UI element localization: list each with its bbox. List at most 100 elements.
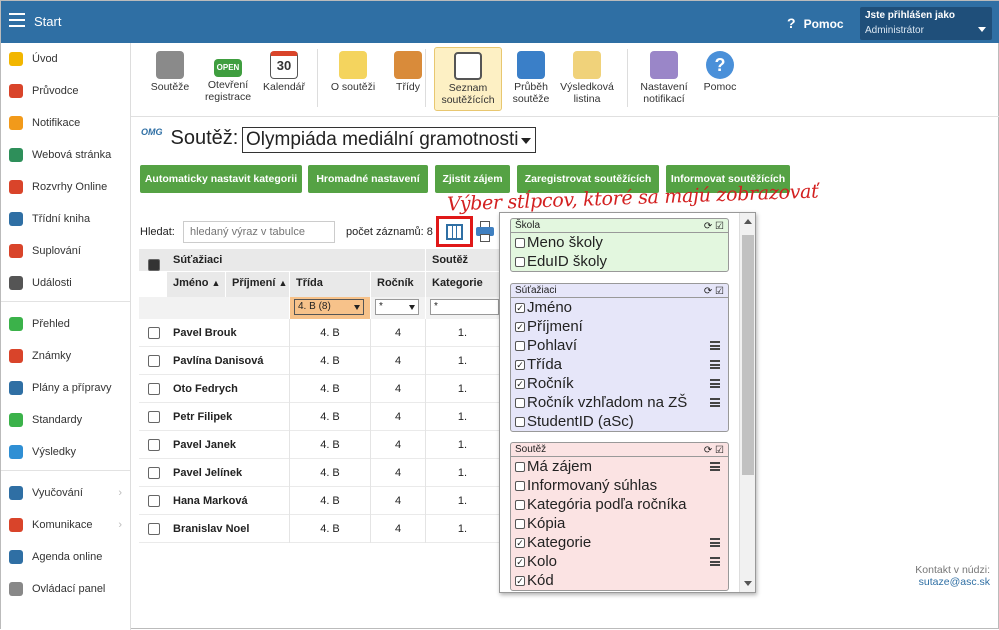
- sidebar-item-1[interactable]: Průvodce: [1, 78, 130, 104]
- help-link[interactable]: ? Pomoc: [787, 15, 844, 31]
- row-checkbox[interactable]: [148, 467, 160, 479]
- row-checkbox[interactable]: [148, 439, 160, 451]
- sidebar-item-12[interactable]: Výsledky: [1, 439, 130, 465]
- group-toggle-icons[interactable]: ⟳ ☑: [704, 220, 724, 234]
- row-checkbox[interactable]: [148, 327, 160, 339]
- toolbar-gear-button[interactable]: Nastavení notifikací: [633, 47, 695, 111]
- toolbar-lightbulb-button[interactable]: O soutěži: [324, 47, 382, 111]
- scroll-thumb[interactable]: [742, 235, 754, 475]
- table-row[interactable]: Pavlína Danisová 4. B 4 1.: [139, 347, 499, 375]
- sidebar-item-11[interactable]: Standardy: [1, 407, 130, 433]
- column-option[interactable]: Kategória podľa ročníka: [511, 495, 728, 514]
- sidebar-item-3[interactable]: Webová stránka: [1, 142, 130, 168]
- toolbar-calendar-button[interactable]: 30 Kalendář: [259, 47, 309, 111]
- sidebar-item-5[interactable]: Třídní kniha: [1, 206, 130, 232]
- column-checkbox[interactable]: [515, 462, 525, 472]
- table-row[interactable]: Pavel Brouk 4. B 4 1.: [139, 319, 499, 347]
- column-option[interactable]: Informovaný súhlas: [511, 476, 728, 495]
- toolbar-stopwatch-button[interactable]: Průběh soutěže: [506, 47, 556, 111]
- toolbar-open-sign-button[interactable]: OPEN Otevření registrace: [200, 47, 256, 111]
- column-checkbox[interactable]: [515, 500, 525, 510]
- row-checkbox[interactable]: [148, 355, 160, 367]
- sort-lines-icon[interactable]: [710, 341, 720, 350]
- sidebar-item-9[interactable]: Známky: [1, 343, 130, 369]
- column-option[interactable]: ✓ Příjmení: [511, 317, 728, 336]
- filter-trida-select[interactable]: 4. B (8): [294, 299, 364, 315]
- menu-icon[interactable]: [9, 13, 25, 27]
- table-row[interactable]: Hana Marková 4. B 4 1.: [139, 487, 499, 515]
- sort-lines-icon[interactable]: [710, 360, 720, 369]
- filter-rocnik-select[interactable]: *: [375, 299, 419, 315]
- sidebar-item-14[interactable]: Komunikace ›: [1, 512, 130, 538]
- column-option[interactable]: EduID školy: [511, 252, 728, 271]
- col-header-prijmeni[interactable]: Příjmení ▲: [226, 272, 289, 297]
- sidebar-item-2[interactable]: Notifikace: [1, 110, 130, 136]
- toolbar-badge-button[interactable]: Seznam soutěžících: [434, 47, 502, 111]
- user-menu[interactable]: Jste přihlášen jako Administrátor: [860, 7, 992, 40]
- column-option[interactable]: ✓ Kategorie: [511, 533, 728, 552]
- app-title[interactable]: Start: [34, 14, 61, 29]
- column-checkbox[interactable]: [515, 341, 525, 351]
- column-checkbox[interactable]: ✓: [515, 379, 525, 389]
- toolbar-student-button[interactable]: Třídy: [387, 47, 429, 111]
- sidebar-item-0[interactable]: Úvod: [1, 46, 130, 72]
- column-option[interactable]: ✓ Třída: [511, 355, 728, 374]
- sidebar-item-4[interactable]: Rozvrhy Online: [1, 174, 130, 200]
- toolbar-help-button[interactable]: ? Pomoc: [699, 47, 741, 111]
- search-input[interactable]: [183, 221, 335, 243]
- sidebar-item-6[interactable]: Suplování: [1, 238, 130, 264]
- panel-scrollbar[interactable]: [739, 213, 755, 592]
- sort-lines-icon[interactable]: [710, 557, 720, 566]
- col-header-jmeno[interactable]: Jméno ▲: [167, 272, 225, 297]
- scroll-up-icon[interactable]: [744, 219, 752, 224]
- column-checkbox[interactable]: [515, 238, 525, 248]
- sidebar-item-16[interactable]: Ovládací panel: [1, 576, 130, 602]
- column-option[interactable]: Má zájem: [511, 457, 728, 476]
- table-row[interactable]: Pavel Jelínek 4. B 4 1.: [139, 459, 499, 487]
- filter-kategorie-input[interactable]: *: [430, 299, 499, 315]
- print-button[interactable]: [476, 221, 494, 243]
- column-checkbox[interactable]: ✓: [515, 322, 525, 332]
- column-option[interactable]: Pohlaví: [511, 336, 728, 355]
- column-checkbox[interactable]: ✓: [515, 303, 525, 313]
- sidebar-item-7[interactable]: Události: [1, 270, 130, 296]
- column-option[interactable]: ✓ Kolo: [511, 552, 728, 571]
- col-header-trida[interactable]: Třída: [290, 272, 370, 297]
- scroll-down-icon[interactable]: [744, 581, 752, 586]
- column-checkbox[interactable]: ✓: [515, 360, 525, 370]
- column-option[interactable]: Kópia: [511, 514, 728, 533]
- column-checkbox[interactable]: [515, 398, 525, 408]
- table-row[interactable]: Petr Filipek 4. B 4 1.: [139, 403, 499, 431]
- toolbar-certificate-button[interactable]: Výsledková listina: [556, 47, 618, 111]
- sort-lines-icon[interactable]: [710, 538, 720, 547]
- column-option[interactable]: Ročník vzhľadom na ZŠ: [511, 393, 728, 412]
- column-option[interactable]: ✓ Jméno: [511, 298, 728, 317]
- column-option[interactable]: StudentID (aSc): [511, 412, 728, 431]
- column-checkbox[interactable]: [515, 519, 525, 529]
- sidebar-item-13[interactable]: Vyučování ›: [1, 480, 130, 506]
- table-row[interactable]: Branislav Noel 4. B 4 1.: [139, 515, 499, 543]
- competition-select[interactable]: Olympiáda mediální gramotnosti: [242, 127, 536, 153]
- col-header-rocnik[interactable]: Ročník: [371, 272, 425, 297]
- select-all-checkbox[interactable]: [148, 259, 160, 271]
- column-checkbox[interactable]: [515, 481, 525, 491]
- column-checkbox[interactable]: [515, 257, 525, 267]
- action-button-1[interactable]: Hromadné nastavení: [308, 165, 428, 193]
- column-option[interactable]: Meno školy: [511, 233, 728, 252]
- sort-lines-icon[interactable]: [710, 462, 720, 471]
- column-option[interactable]: ✓ Ročník: [511, 374, 728, 393]
- row-checkbox[interactable]: [148, 523, 160, 535]
- toolbar-scales-button[interactable]: Soutěže: [147, 47, 193, 111]
- action-button-2[interactable]: Zjistit zájem: [435, 165, 510, 193]
- table-row[interactable]: Pavel Janek 4. B 4 1.: [139, 431, 499, 459]
- row-checkbox[interactable]: [148, 383, 160, 395]
- sidebar-item-8[interactable]: Přehled: [1, 311, 130, 337]
- col-header-kategorie[interactable]: Kategorie: [426, 272, 499, 297]
- column-checkbox[interactable]: ✓: [515, 557, 525, 567]
- table-row[interactable]: Oto Fedrych 4. B 4 1.: [139, 375, 499, 403]
- sidebar-item-15[interactable]: Agenda online: [1, 544, 130, 570]
- column-checkbox[interactable]: [515, 417, 525, 427]
- sort-lines-icon[interactable]: [710, 379, 720, 388]
- group-toggle-icons[interactable]: ⟳ ☑: [704, 444, 724, 458]
- sidebar-item-10[interactable]: Plány a přípravy: [1, 375, 130, 401]
